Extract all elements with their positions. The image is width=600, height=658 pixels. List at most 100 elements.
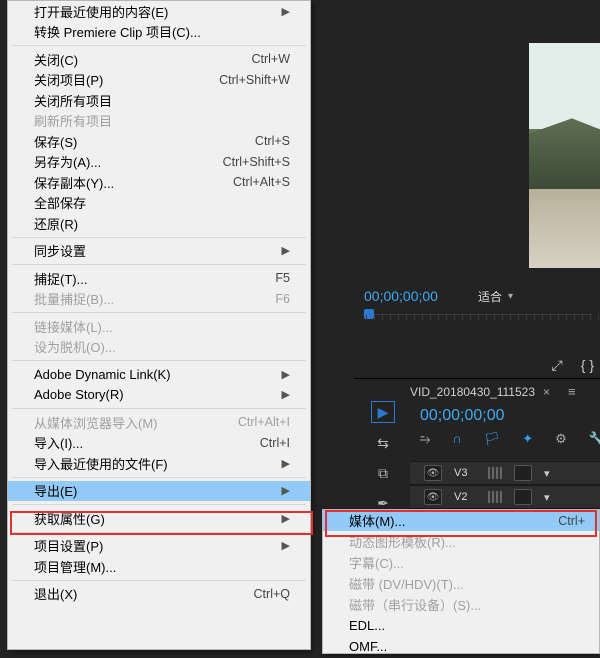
file-menu-item[interactable]: 保存副本(Y)...Ctrl+Alt+S — [8, 172, 310, 193]
file-menu-item[interactable]: 关闭(C)Ctrl+W — [8, 49, 310, 70]
export-menu-item[interactable]: OMF... — [323, 636, 599, 654]
preview-foreground — [529, 189, 600, 268]
ruler-tick — [486, 315, 487, 321]
ruler-tick — [454, 315, 455, 321]
export-menu-item[interactable]: EDL... — [323, 615, 599, 636]
file-menu[interactable]: 打开最近使用的内容(E)▶转换 Premiere Clip 项目(C)... 关闭… — [7, 0, 311, 650]
menu-item-shortcut: Ctrl+Q — [248, 587, 290, 601]
chevron-right-icon: ▶ — [280, 539, 290, 552]
file-menu-item[interactable]: 关闭项目(P)Ctrl+Shift+W — [8, 70, 310, 91]
ruler-tick — [574, 315, 575, 321]
track-label: V2 — [454, 491, 476, 503]
chevron-right-icon: ▶ — [280, 5, 290, 18]
file-menu-item[interactable]: 退出(X)Ctrl+Q — [8, 584, 310, 605]
menu-item-label: 项目设置(P) — [34, 536, 280, 555]
menu-item-label: 退出(X) — [34, 584, 248, 603]
file-menu-item[interactable]: 捕捉(T)...F5 — [8, 268, 310, 289]
ruler-tick — [446, 315, 447, 321]
file-menu-item[interactable]: 全部保存 — [8, 193, 310, 214]
ruler-tick — [566, 315, 567, 321]
file-menu-item[interactable]: 同步设置▶ — [8, 241, 310, 262]
menu-separator — [12, 504, 306, 505]
export-frame-icon[interactable]: ⤢ — [552, 357, 563, 374]
file-menu-item[interactable]: 转换 Premiere Clip 项目(C)... — [8, 22, 310, 43]
menu-item-label: 设为脱机(O)... — [34, 337, 290, 356]
add-marker-icon[interactable]: ✦ — [522, 431, 533, 447]
track-output-toggle[interactable] — [424, 489, 442, 505]
menu-item-label: 磁带（串行设备）(S)... — [349, 595, 585, 614]
export-menu-item: 磁带 (DV/HDV)(T)... — [323, 573, 599, 594]
ruler-tick — [510, 315, 511, 321]
ruler-tick — [558, 315, 559, 321]
file-menu-item[interactable]: Adobe Dynamic Link(K)▶ — [8, 364, 310, 385]
ruler-tick — [598, 315, 599, 321]
track-lock-toggle[interactable] — [514, 465, 532, 481]
file-menu-item[interactable]: 导出(E)▶ — [8, 481, 310, 502]
menu-separator — [12, 408, 306, 409]
menu-separator — [12, 312, 306, 313]
mark-inout-icon[interactable]: { } — [581, 357, 594, 374]
track-type-icon — [488, 467, 502, 479]
ripple-tool[interactable]: ⧉ — [372, 463, 394, 483]
timeline-option-icons: ⥲ ∩ 🏳 ✦ ⚙ 🔧 — [420, 431, 600, 447]
file-menu-item[interactable]: 导入最近使用的文件(F)▶ — [8, 453, 310, 474]
track-chevron-down-icon[interactable]: ▾ — [544, 491, 550, 504]
timeline-tab[interactable]: VID_20180430_111523 × ≡ — [410, 384, 576, 399]
menu-item-label: 从媒体浏览器导入(M) — [34, 413, 232, 432]
panel-menu-icon[interactable]: ≡ — [568, 384, 576, 399]
track-output-toggle[interactable] — [424, 465, 442, 481]
menu-item-label: 关闭(C) — [34, 50, 245, 69]
chevron-right-icon: ▶ — [280, 484, 290, 497]
ruler-tick — [478, 315, 479, 321]
close-icon[interactable]: × — [543, 385, 550, 399]
wrench-icon[interactable]: 🔧 — [589, 431, 600, 447]
file-menu-item[interactable]: 项目设置(P)▶ — [8, 536, 310, 557]
menu-item-label: 还原(R) — [34, 214, 290, 233]
timeline-timecode[interactable]: 00;00;00;00 — [420, 407, 505, 425]
menu-item-label: 链接媒体(L)... — [34, 317, 290, 336]
menu-item-label: 导出(E) — [34, 481, 280, 500]
program-monitor-preview[interactable] — [529, 43, 600, 268]
magnet-icon[interactable]: ∩ — [452, 431, 461, 447]
file-menu-item: 设为脱机(O)... — [8, 337, 310, 358]
file-menu-item[interactable]: Adobe Story(R)▶ — [8, 385, 310, 406]
export-menu-item: 字幕(C)... — [323, 552, 599, 573]
file-menu-item[interactable]: 获取属性(G)▶ — [8, 508, 310, 529]
menu-item-label: 保存副本(Y)... — [34, 173, 227, 192]
menu-item-label: 关闭所有项目 — [34, 91, 290, 110]
export-menu-item[interactable]: 媒体(M)...Ctrl+ — [323, 510, 599, 531]
selection-tool[interactable]: ▶ — [371, 401, 395, 423]
ruler-tick — [542, 315, 543, 321]
file-menu-item[interactable]: 项目管理(M)... — [8, 556, 310, 577]
file-menu-item[interactable]: 打开最近使用的内容(E)▶ — [8, 1, 310, 22]
program-timecode[interactable]: 00;00;00;00 — [364, 288, 438, 304]
export-submenu[interactable]: 媒体(M)...Ctrl+动态图形模板(R)...字幕(C)...磁带 (DV/… — [322, 509, 600, 654]
file-menu-item[interactable]: 保存(S)Ctrl+S — [8, 131, 310, 152]
file-menu-item[interactable]: 关闭所有项目 — [8, 90, 310, 111]
fit-label: 适合 — [478, 288, 502, 305]
settings-icon[interactable]: ⚙ — [555, 431, 567, 447]
ruler-tick — [398, 315, 399, 321]
file-menu-item[interactable]: 还原(R) — [8, 213, 310, 234]
snap-icon[interactable]: ⥲ — [420, 431, 430, 447]
ruler-tick — [502, 315, 503, 321]
file-menu-item: 从媒体浏览器导入(M)Ctrl+Alt+I — [8, 412, 310, 433]
menu-item-label: 导入最近使用的文件(F) — [34, 454, 280, 473]
track-lock-toggle[interactable] — [514, 489, 532, 505]
menu-item-label: 导入(I)... — [34, 433, 254, 452]
menu-item-label: EDL... — [349, 618, 585, 633]
file-menu-item[interactable]: 另存为(A)...Ctrl+Shift+S — [8, 152, 310, 173]
track-chevron-down-icon[interactable]: ▾ — [544, 467, 550, 480]
program-time-ruler[interactable] — [362, 314, 592, 329]
program-zoom-fit[interactable]: 适合 ▾ — [478, 288, 513, 305]
marker-icon[interactable]: 🏳 — [484, 431, 501, 447]
video-track-v2[interactable]: V2 ▾ — [410, 485, 600, 509]
ruler-tick — [550, 315, 551, 321]
chevron-down-icon: ▾ — [508, 291, 513, 302]
track-type-icon — [488, 491, 502, 503]
ruler-tick — [374, 315, 375, 321]
file-menu-item[interactable]: 导入(I)...Ctrl+I — [8, 433, 310, 454]
video-track-v3[interactable]: V3 ▾ — [410, 461, 600, 485]
track-select-tool[interactable]: ⇆ — [372, 433, 394, 453]
menu-separator — [12, 532, 306, 533]
